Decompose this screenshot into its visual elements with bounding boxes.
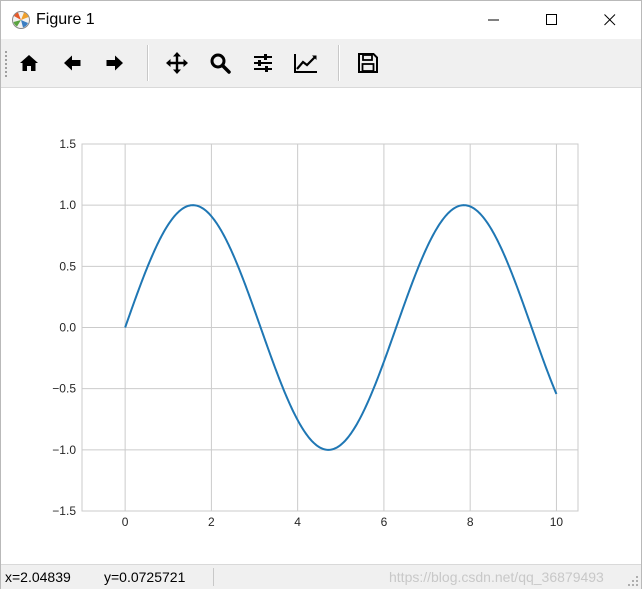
forward-arrow-icon bbox=[106, 55, 123, 71]
y-coordinate-readout: y=0.0725721 bbox=[104, 569, 186, 585]
resize-grip-icon[interactable] bbox=[627, 575, 639, 587]
y-tick-label: 1.0 bbox=[59, 198, 76, 212]
maximize-icon bbox=[546, 14, 557, 25]
status-separator bbox=[213, 568, 214, 586]
x-tick-label: 4 bbox=[294, 515, 301, 529]
save-floppy-icon bbox=[358, 53, 378, 73]
configure-subplots-button[interactable] bbox=[248, 48, 278, 78]
navigation-toolbar bbox=[1, 39, 641, 88]
x-tick-label: 8 bbox=[467, 515, 474, 529]
zoom-button[interactable] bbox=[205, 48, 235, 78]
y-tick-label: 1.5 bbox=[59, 137, 76, 151]
toolbar-separator bbox=[338, 45, 340, 81]
x-tick-label: 0 bbox=[122, 515, 129, 529]
window-title: Figure 1 bbox=[36, 11, 95, 28]
title-bar[interactable]: Figure 1 bbox=[1, 1, 641, 39]
watermark-text: https://blog.csdn.net/qq_36879493 bbox=[389, 569, 604, 585]
matplotlib-app-icon bbox=[11, 10, 31, 30]
edit-axis-button[interactable] bbox=[291, 48, 321, 78]
subplots-sliders-icon bbox=[254, 54, 272, 72]
x-tick-label: 2 bbox=[208, 515, 215, 529]
minimize-button[interactable] bbox=[471, 1, 517, 39]
x-tick-label: 10 bbox=[550, 515, 564, 529]
figure-canvas[interactable]: 0 2 4 6 8 10 1.5 1.0 0.5 0.0 −0.5 −1.0 −1.5 bbox=[1, 88, 641, 564]
close-button[interactable] bbox=[587, 1, 633, 39]
y-tick-label: −1.0 bbox=[52, 443, 76, 457]
maximize-button[interactable] bbox=[529, 1, 575, 39]
back-arrow-icon bbox=[64, 55, 81, 71]
y-tick-label: −0.5 bbox=[52, 382, 76, 396]
edit-axis-icon bbox=[294, 54, 317, 73]
zoom-magnifier-icon bbox=[210, 53, 231, 74]
toolbar-separator bbox=[147, 45, 149, 81]
minimize-icon bbox=[488, 19, 499, 21]
pan-move-icon bbox=[166, 52, 188, 74]
x-coordinate-readout: x=2.04839 bbox=[5, 569, 71, 585]
home-button[interactable] bbox=[14, 48, 44, 78]
plot-svg[interactable]: 0 2 4 6 8 10 1.5 1.0 0.5 0.0 −0.5 −1.0 −1.5 bbox=[1, 88, 641, 564]
back-button[interactable] bbox=[57, 48, 87, 78]
forward-button[interactable] bbox=[100, 48, 130, 78]
pan-button[interactable] bbox=[162, 48, 192, 78]
figure-window: Figure 1 0 2 4 6 8 10 1.5 1.0 0.5 0.0 −0… bbox=[0, 0, 642, 589]
home-icon bbox=[20, 55, 38, 71]
x-tick-label: 6 bbox=[381, 515, 388, 529]
save-button[interactable] bbox=[353, 48, 383, 78]
y-tick-label: 0.0 bbox=[59, 321, 76, 335]
y-tick-label: −1.5 bbox=[52, 504, 76, 518]
toolbar-grip[interactable] bbox=[5, 51, 11, 77]
close-icon bbox=[604, 14, 616, 26]
y-tick-label: 0.5 bbox=[59, 259, 76, 273]
status-bar: x=2.04839 y=0.0725721 https://blog.csdn.… bbox=[1, 564, 641, 589]
